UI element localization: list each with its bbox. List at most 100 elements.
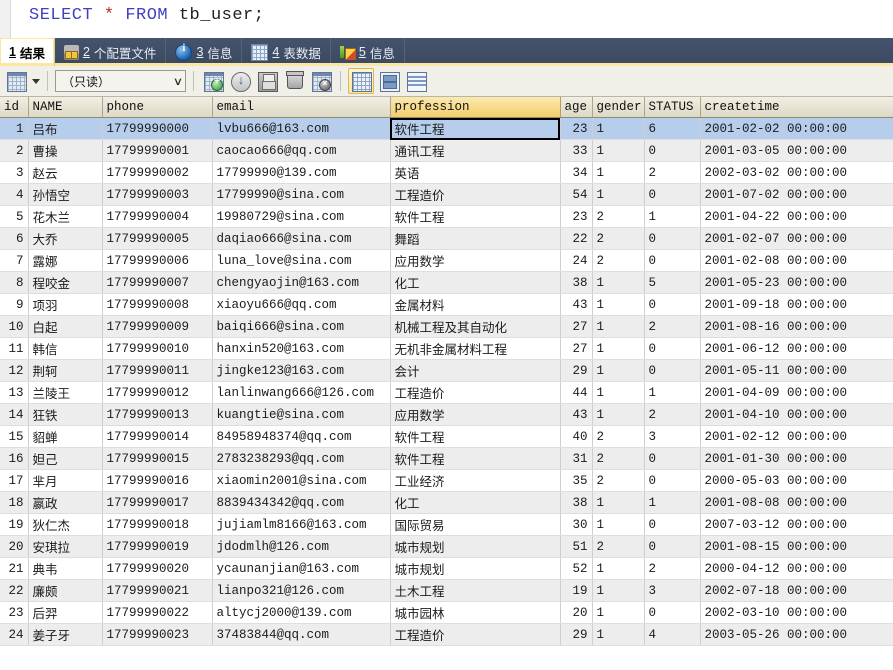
cell-phone[interactable]: 17799990008 [102,293,213,316]
apply-changes-button[interactable] [255,69,279,93]
cell-name[interactable]: 后羿 [28,601,103,624]
cell-profession[interactable]: 机械工程及其自动化 [390,315,561,338]
cell-gender[interactable]: 1 [592,293,645,316]
cell-gender[interactable]: 1 [592,381,645,404]
table-row[interactable]: 13 兰陵王 17799990012 lanlinwang666@126.com 工程造… [0,381,893,404]
column-header-status[interactable]: STATUS [644,97,701,118]
cell-id[interactable]: 16 [0,447,29,470]
cell-gender[interactable]: 2 [592,249,645,272]
cell-name[interactable]: 赵云 [28,161,103,184]
cell-phone[interactable]: 17799990015 [102,447,213,470]
cell-phone[interactable]: 17799990021 [102,579,213,602]
cell-gender[interactable]: 1 [592,513,645,536]
column-header-createtime[interactable]: createtime [700,97,893,118]
cell-phone[interactable]: 17799990004 [102,205,213,228]
cell-name[interactable]: 姜子牙 [28,623,103,646]
cell-name[interactable]: 项羽 [28,293,103,316]
cell-phone[interactable]: 17799990013 [102,403,213,426]
cell-email[interactable]: chengyaojin@163.com [212,271,391,294]
cell-status[interactable]: 2 [644,557,701,580]
cell-profession[interactable]: 城市规划 [390,535,561,558]
cell-createtime[interactable]: 2002-03-10 00:00:00 [700,601,893,624]
cell-createtime[interactable]: 2001-08-08 00:00:00 [700,491,893,514]
table-row[interactable]: 12 荆轲 17799990011 jingke123@163.com 会计 29 1 0 20… [0,359,893,382]
table-row[interactable]: 5 花木兰 17799990004 19980729@sina.com 软件工程 23 2 1… [0,205,893,228]
cell-email[interactable]: 8839434342@qq.com [212,491,391,514]
cell-status[interactable]: 0 [644,447,701,470]
cell-gender[interactable]: 1 [592,183,645,206]
cell-profession[interactable]: 应用数学 [390,249,561,272]
cell-email[interactable]: xiaoyu666@qq.com [212,293,391,316]
cell-age[interactable]: 33 [560,139,593,162]
cell-id[interactable]: 5 [0,205,29,228]
cell-profession[interactable]: 土木工程 [390,579,561,602]
cell-id[interactable]: 8 [0,271,29,294]
cell-email[interactable]: caocao666@qq.com [212,139,391,162]
cell-status[interactable]: 0 [644,293,701,316]
cell-createtime[interactable]: 2000-04-12 00:00:00 [700,557,893,580]
table-row[interactable]: 22 廉颇 17799990021 lianpo321@126.com 土木工程 19 1 3… [0,579,893,602]
cell-id[interactable]: 18 [0,491,29,514]
cell-age[interactable]: 54 [560,183,593,206]
cell-createtime[interactable]: 2001-02-07 00:00:00 [700,227,893,250]
cell-status[interactable]: 0 [644,337,701,360]
cell-id[interactable]: 19 [0,513,29,536]
cell-id[interactable]: 17 [0,469,29,492]
insert-record-button[interactable] [201,69,225,93]
cell-gender[interactable]: 1 [592,139,645,162]
cell-status[interactable]: 0 [644,601,701,624]
tab-1[interactable]: 1 结果 [0,38,55,66]
refresh-button[interactable] [228,69,252,93]
cell-phone[interactable]: 17799990000 [102,117,213,140]
cell-status[interactable]: 1 [644,205,701,228]
cell-email[interactable]: kuangtie@sina.com [212,403,391,426]
cell-id[interactable]: 7 [0,249,29,272]
cell-createtime[interactable]: 2001-09-18 00:00:00 [700,293,893,316]
cell-id[interactable]: 2 [0,139,29,162]
cell-name[interactable]: 兰陵王 [28,381,103,404]
cell-createtime[interactable]: 2001-04-22 00:00:00 [700,205,893,228]
cell-status[interactable]: 0 [644,227,701,250]
cell-id[interactable]: 23 [0,601,29,624]
cell-email[interactable]: 17799990@139.com [212,161,391,184]
cell-name[interactable]: 露娜 [28,249,103,272]
cell-status[interactable]: 2 [644,161,701,184]
cell-profession[interactable]: 工程造价 [390,183,561,206]
cell-email[interactable]: 84958948374@qq.com [212,425,391,448]
cell-gender[interactable]: 2 [592,447,645,470]
cell-phone[interactable]: 17799990014 [102,425,213,448]
cell-name[interactable]: 大乔 [28,227,103,250]
cell-profession[interactable]: 工业经济 [390,469,561,492]
cell-id[interactable]: 11 [0,337,29,360]
cell-age[interactable]: 30 [560,513,593,536]
cell-profession[interactable]: 城市规划 [390,557,561,580]
cell-id[interactable]: 3 [0,161,29,184]
cell-age[interactable]: 43 [560,403,593,426]
cell-name[interactable]: 妲己 [28,447,103,470]
cell-age[interactable]: 51 [560,535,593,558]
cell-id[interactable]: 15 [0,425,29,448]
table-row[interactable]: 8 程咬金 17799990007 chengyaojin@163.com 化工 38 1 5… [0,271,893,294]
cell-gender[interactable]: 1 [592,623,645,646]
cell-profession[interactable]: 城市园林 [390,601,561,624]
cell-name[interactable]: 曹操 [28,139,103,162]
cell-profession[interactable]: 工程造价 [390,381,561,404]
cell-age[interactable]: 38 [560,271,593,294]
cell-name[interactable]: 芈月 [28,469,103,492]
cell-profession[interactable]: 化工 [390,491,561,514]
table-row[interactable]: 1 吕布 17799990000 lvbu666@163.com 软件工程 23 1 6 200… [0,117,893,140]
cell-profession[interactable]: 会计 [390,359,561,382]
tab-5[interactable]: 5 信息 [331,38,405,66]
column-header-id[interactable]: id [0,97,29,118]
column-header-email[interactable]: email [212,97,391,118]
cell-id[interactable]: 4 [0,183,29,206]
cell-email[interactable]: luna_love@sina.com [212,249,391,272]
cell-gender[interactable]: 1 [592,579,645,602]
cell-phone[interactable]: 17799990019 [102,535,213,558]
column-header-name[interactable]: NAME [28,97,103,118]
cell-name[interactable]: 安琪拉 [28,535,103,558]
cell-name[interactable]: 白起 [28,315,103,338]
cell-email[interactable]: altycj2000@139.com [212,601,391,624]
cell-status[interactable]: 0 [644,469,701,492]
cell-age[interactable]: 23 [560,205,593,228]
